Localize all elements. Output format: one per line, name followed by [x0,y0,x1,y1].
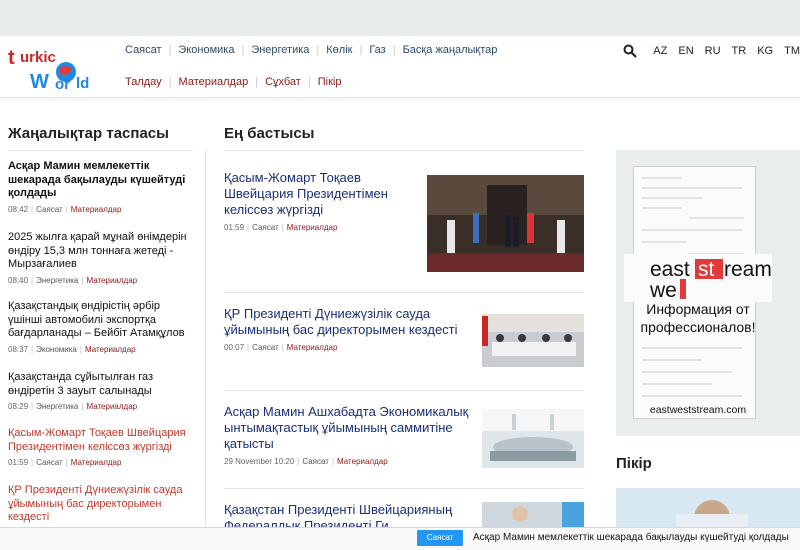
opinion-section-title: Пікір [616,455,652,472]
nav-divider: | [168,44,172,56]
feed-item[interactable]: Қазақстанда сұйытылған газ өндіретін 3 з… [8,371,193,411]
column-divider [205,150,206,530]
story-title[interactable]: ҚР Президенті Дүниежүзілік сауда ұйымыны… [224,306,469,338]
top-band [0,0,800,36]
feed-item-title[interactable]: Асқар Мамин мемлекеттік шекарада бақылау… [8,160,193,201]
story-thumbnail[interactable] [482,409,584,468]
nav-divider: | [316,44,320,56]
feed-item-meta: 01:59 | Саясат | Материалдар [8,458,122,467]
feed-item[interactable]: Асқар Мамин мемлекеттік шекарада бақылау… [8,160,193,214]
feed-item-meta: 08:40 | Энергетика | Материалдар [8,275,138,285]
lang-az[interactable]: AZ [653,45,667,57]
nav-item-materials[interactable]: Материалдар [179,76,249,88]
feed-item-title[interactable]: Қазақстандық өндірістің әрбір үшінші авт… [8,300,193,341]
nav-item-energy[interactable]: Энергетика [251,44,309,56]
nav-divider: | [241,44,245,56]
divider [8,150,193,151]
news-feed-title: Жаңалықтар таспасы [8,125,169,142]
story-meta: 01:59 | Саясат | Материалдар [224,223,338,232]
opinion-image[interactable] [616,488,800,528]
nav-item-analysis[interactable]: Талдау [125,76,162,88]
feed-item-title[interactable]: Қазақстанда сұйытылған газ өндіретін 3 з… [8,371,193,398]
news-ticker: Саясат Асқар Мамин мемлекеттік шекарада … [0,527,800,550]
lang-tr[interactable]: TR [732,45,747,57]
feed-item-title[interactable]: Қасым-Жомарт Тоқаев Швейцария Президенті… [8,427,193,454]
divider [224,292,584,293]
divider [224,488,584,489]
svg-text:east: east [650,258,690,281]
feed-item-meta: 08:29 | Энергетика | Материалдар [8,402,138,411]
lang-tm[interactable]: TM [784,45,800,57]
lang-kg[interactable]: KG [757,45,773,57]
nav-item-politics[interactable]: Саясат [125,44,162,56]
feed-item-title[interactable]: 2025 жылға қарай мұнай өнімдерін өндіру … [8,231,193,272]
ad-url[interactable]: eastweststream.com [626,404,770,416]
svg-text:st: st [698,258,715,281]
nav-item-opinion[interactable]: Пікір [318,76,342,88]
feed-item[interactable]: ҚР Президенті Дүниежүзілік сауда ұйымыны… [8,484,193,525]
top-story[interactable]: Асқар Мамин Ашхабадта Экономикалық ынтым… [224,404,476,466]
lang-ru[interactable]: RU [705,45,721,57]
top-story[interactable]: ҚР Президенті Дүниежүзілік сауда ұйымыны… [224,306,469,352]
feed-item-meta: 08:37 | Экономика | Материалдар [8,344,136,354]
svg-text:or: or [55,76,70,92]
nav-item-transport[interactable]: Көлік [326,44,352,56]
feed-item[interactable]: Қасым-Жомарт Тоқаев Швейцария Президенті… [8,427,193,467]
site-logo[interactable]: t urkic W ld or [6,42,96,92]
search-icon[interactable] [623,44,638,58]
top-story[interactable]: Қасым-Жомарт Тоқаев Швейцария Президенті… [224,170,416,232]
eastweststream-ad[interactable]: east st we ream Информация от профессион… [616,150,800,436]
ticker-headline[interactable]: Асқар Мамин мемлекеттік шекарада бақылау… [473,532,789,543]
svg-text:ream: ream [724,258,772,281]
story-meta: 29 November 10:20 | Саясат | Материалдар [224,457,388,466]
ticker-category-button[interactable]: Саясат [417,530,463,546]
nav-divider: | [255,76,259,88]
top-stories-title: Ең бастысы [224,125,315,142]
story-thumbnail[interactable] [482,502,584,527]
nav-divider: | [392,44,396,56]
story-title[interactable]: Қасым-Жомарт Тоқаев Швейцария Президенті… [224,170,416,218]
nav-item-interview[interactable]: Сұхбат [265,76,301,88]
eastweststream-logo: east st we ream [624,254,772,302]
story-title[interactable]: Асқар Мамин Ашхабадта Экономикалық ынтым… [224,404,476,452]
feed-item-meta: 08:42 | Саясат | Материалдар [8,204,122,214]
feed-item[interactable]: 2025 жылға қарай мұнай өнімдерін өндіру … [8,231,193,285]
feed-item-title[interactable]: ҚР Президенті Дүниежүзілік сауда ұйымыны… [8,484,193,525]
divider [224,390,584,391]
lang-en[interactable]: EN [678,45,693,57]
secondary-nav: Талдау | Материалдар | Сұхбат | Пікір [125,76,341,88]
nav-divider: | [359,44,363,56]
svg-text:urkic: urkic [20,49,56,66]
nav-divider: | [168,76,172,88]
nav-divider: | [307,76,311,88]
svg-text:we: we [649,279,677,302]
svg-text:ld: ld [76,75,89,92]
story-meta: 00:07 | Саясат | Материалдар [224,343,338,352]
nav-item-economy[interactable]: Экономика [178,44,234,56]
story-thumbnail[interactable] [482,314,584,367]
nav-item-other-news[interactable]: Басқа жаңалықтар [403,44,498,56]
feed-item[interactable]: Қазақстандық өндірістің әрбір үшінші авт… [8,300,193,354]
language-switcher: AZ EN RU TR KG TM [623,44,800,58]
ad-tagline: Информация от профессионалов! [640,301,756,335]
nav-item-gas[interactable]: Газ [369,44,385,56]
svg-text:t: t [8,47,15,69]
svg-text:W: W [30,71,49,92]
story-thumbnail[interactable] [427,175,584,272]
primary-nav: Саясат | Экономика | Энергетика | Көлік | Га… [125,44,497,56]
site-header: t urkic W ld or Саясат | Экономика | Энерг… [0,36,800,98]
divider [224,150,584,151]
